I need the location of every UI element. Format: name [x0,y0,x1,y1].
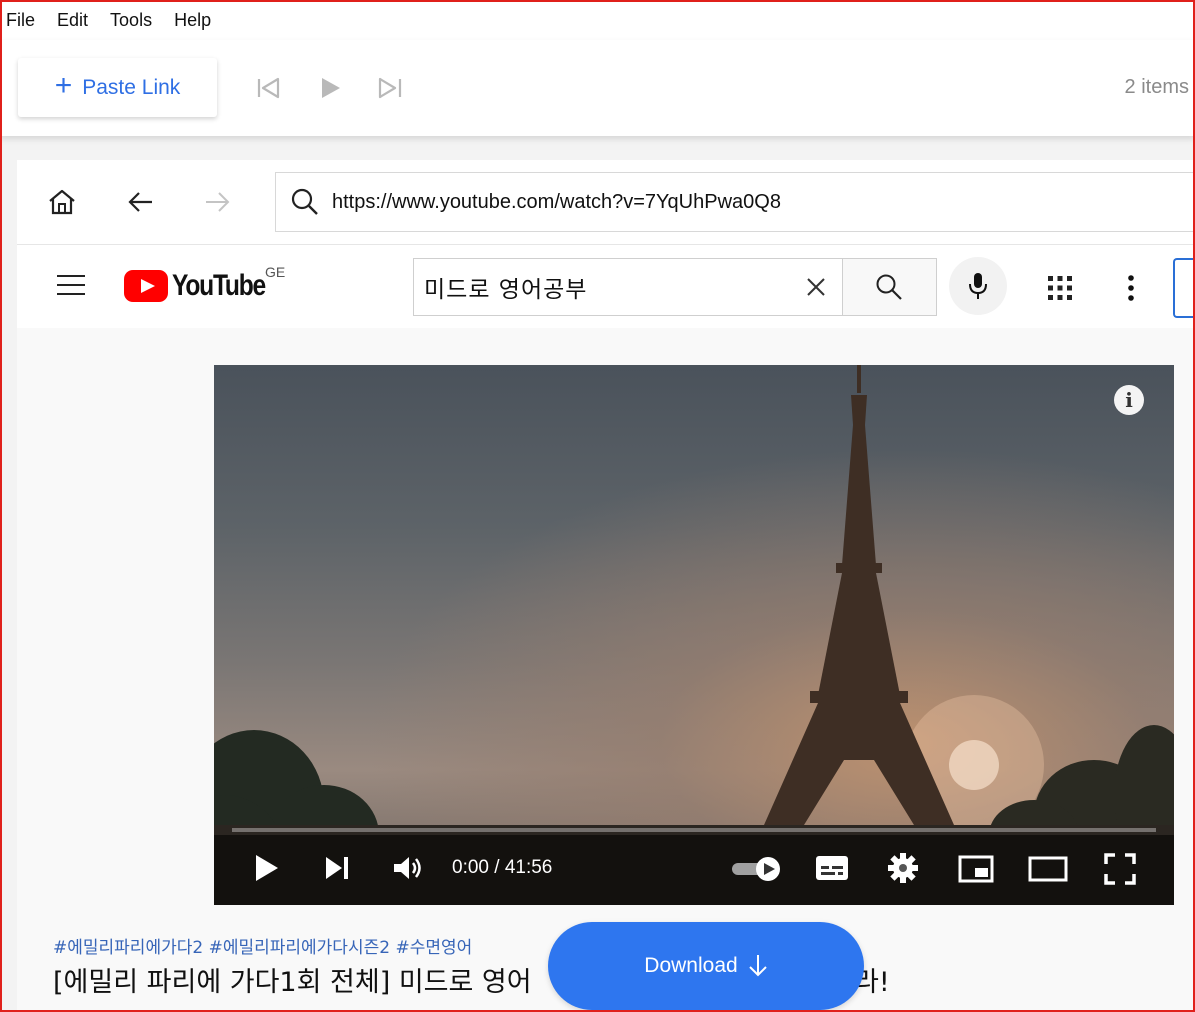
hamburger-menu-icon[interactable] [57,273,85,297]
paste-link-button[interactable]: + Paste Link [18,58,217,117]
menu-edit[interactable]: Edit [57,10,88,31]
skip-previous-icon[interactable] [256,76,282,100]
down-arrow-icon [748,955,767,977]
forward-arrow-icon[interactable] [203,188,231,216]
paste-link-label: Paste Link [82,75,181,99]
play-icon[interactable] [254,853,280,883]
video-player[interactable]: i 0:00 / 41:56 [214,365,1174,905]
skip-next-icon[interactable] [377,76,403,100]
more-options-icon[interactable] [1127,274,1135,302]
menu-help[interactable]: Help [174,10,211,31]
back-arrow-icon[interactable] [127,188,155,216]
progress-bar[interactable] [232,828,1156,832]
search-icon [291,188,318,215]
youtube-search-input[interactable]: 미드로 영어공부 [413,258,842,316]
youtube-header: YouTube GE 미드로 영어공부 [17,245,1193,328]
search-icon [876,274,902,300]
settings-gear-icon[interactable] [888,853,918,883]
menu-tools[interactable]: Tools [110,10,152,31]
play-icon[interactable] [318,76,344,100]
video-frame-image [214,365,1174,905]
youtube-wordmark: YouTube [172,269,266,302]
plus-icon: + [54,69,73,102]
theater-mode-icon[interactable] [1028,856,1068,882]
autoplay-toggle-icon[interactable] [730,855,784,883]
video-hashtags[interactable]: #에밀리파리에가다2 #에밀리파리에가다시즌2 #수면영어 [53,933,472,958]
download-label: Download [644,954,738,977]
region-code: GE [265,264,286,280]
miniplayer-icon[interactable] [958,855,994,883]
youtube-search-button[interactable] [842,258,937,316]
youtube-logo[interactable]: YouTube [124,269,285,303]
info-icon[interactable]: i [1114,385,1144,415]
address-bar[interactable]: https://www.youtube.com/watch?v=7YqUhPwa… [275,172,1193,232]
address-url: https://www.youtube.com/watch?v=7YqUhPwa… [332,190,781,213]
voice-search-button[interactable] [949,257,1007,315]
video-title-text: [에밀리 파리에 가다1회 전체] 미드로 영어 [53,967,532,998]
youtube-play-logo-icon [124,270,168,302]
apps-grid-icon[interactable] [1047,275,1073,301]
download-button[interactable]: Download [548,922,864,1010]
next-video-icon[interactable] [324,855,350,881]
volume-icon[interactable] [392,854,424,882]
fullscreen-icon[interactable] [1104,853,1136,885]
toolbar: + Paste Link 2 items [0,40,1195,136]
search-query: 미드로 영어공부 [424,277,588,303]
video-title: [에밀리 파리에 가다1회 전체] 미드로 영어 라! [53,960,890,999]
browser-nav-row: https://www.youtube.com/watch?v=7YqUhPwa… [17,160,1193,245]
microphone-icon [969,273,987,299]
menu-bar: File Edit Tools Help [0,0,1195,41]
clear-search-icon[interactable] [806,277,826,297]
time-display: 0:00 / 41:56 [452,857,553,878]
items-count: 2 items [1124,76,1189,98]
sign-in-button[interactable] [1173,258,1193,318]
browser-panel: https://www.youtube.com/watch?v=7YqUhPwa… [17,160,1193,1010]
subtitles-icon[interactable] [814,854,850,882]
menu-file[interactable]: File [6,10,35,31]
home-icon[interactable] [47,188,77,216]
